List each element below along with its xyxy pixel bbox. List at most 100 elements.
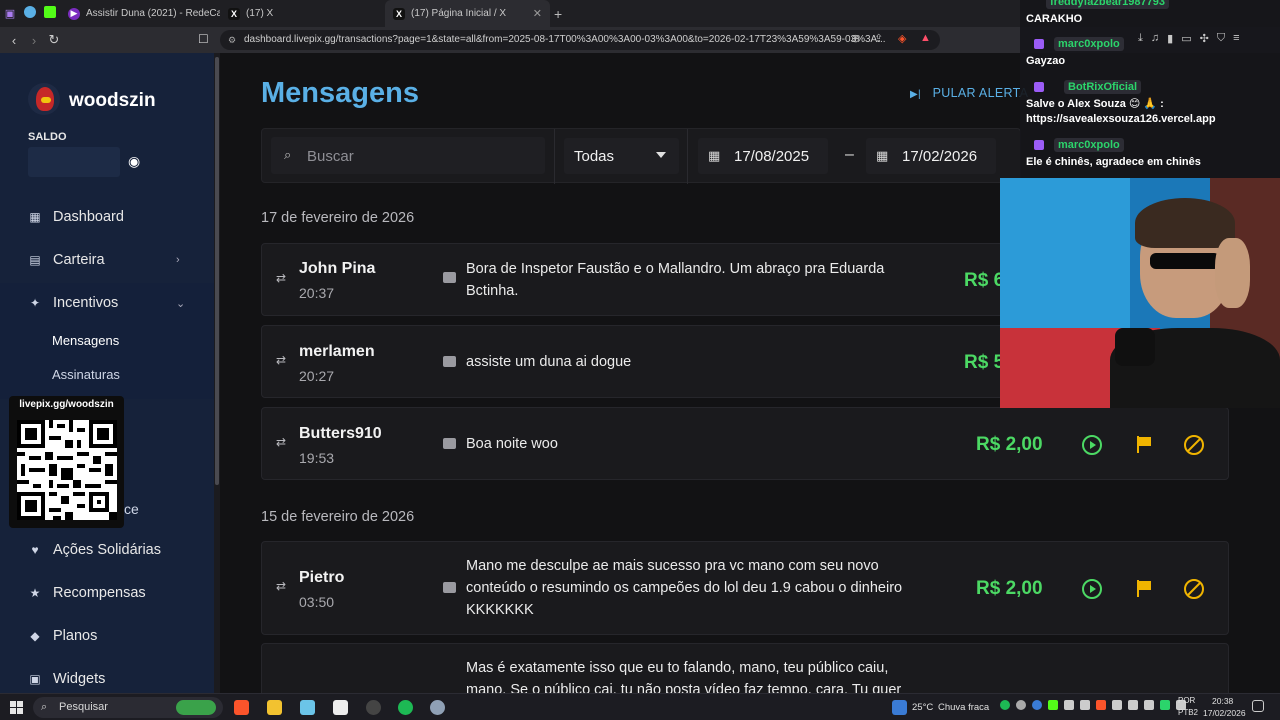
- avatar: [28, 83, 60, 115]
- skip-alert-label: PULAR ALERTA: [932, 86, 1029, 100]
- brave-shield-icon[interactable]: ◈: [898, 32, 906, 45]
- tray-app-icon[interactable]: [1144, 700, 1154, 710]
- windows-taskbar: ⌕ Pesquisar 25°C Chuva fraca POR PTB2 20…: [0, 693, 1280, 720]
- search-input[interactable]: [307, 145, 527, 167]
- report-flag-button[interactable]: [1136, 580, 1152, 598]
- sidebar-subitem-assinaturas[interactable]: Assinaturas: [52, 367, 120, 382]
- chat-username: marc0xpolo: [1054, 138, 1124, 152]
- report-flag-button[interactable]: [1136, 436, 1152, 454]
- brave-browser-icon[interactable]: [234, 700, 249, 715]
- message-row[interactable]: ⇄ Pietro 03:50 Mano me desculpe ae mais …: [261, 541, 1229, 635]
- plan-icon: ◆: [30, 629, 40, 643]
- reload-icon[interactable]: ↻: [44, 32, 64, 48]
- tray-app-icon[interactable]: [1112, 700, 1122, 710]
- sidebar-item-recompensas[interactable]: ★ Recompensas: [28, 585, 146, 601]
- url-field[interactable]: ⚙ dashboard.livepix.gg/transactions?page…: [220, 30, 940, 50]
- date-to-field[interactable]: ▦ 17/02/2026: [866, 138, 996, 174]
- sidebar-item-carteira[interactable]: ▤ Carteira ›: [28, 252, 179, 268]
- flag-cloth: [1139, 437, 1151, 446]
- sidebar-subitem-mensagens[interactable]: Mensagens: [52, 333, 119, 348]
- tab-title: Assistir Duna (2021) - RedeCanais: [86, 8, 220, 19]
- skip-alert-button[interactable]: ▶| PULAR ALERTA: [910, 86, 1028, 100]
- clock-time[interactable]: 20:38: [1212, 696, 1233, 706]
- tray-app-icon[interactable]: [1128, 700, 1138, 710]
- sidebar-item-partial[interactable]: ce: [124, 501, 139, 517]
- chat-message: Gayzao: [1026, 55, 1066, 67]
- tray-app-icon[interactable]: [1080, 700, 1090, 710]
- message-time: 20:37: [299, 285, 335, 301]
- sidebar-item-incentivos[interactable]: ✦ Incentivos ⌄: [28, 295, 185, 311]
- chat-message: Ele é chinês, agradece em chinês: [1026, 156, 1201, 168]
- app-icon[interactable]: [430, 700, 445, 715]
- sidebar-item-acoes-solidarias[interactable]: ♥ Ações Solidárias: [28, 542, 161, 558]
- donation-amount: R$ 5: [964, 352, 1005, 373]
- keyboard-layout[interactable]: PTB2: [1178, 708, 1198, 717]
- sidebar-item-dashboard[interactable]: ▦ Dashboard: [28, 209, 124, 225]
- obs-icon[interactable]: [366, 700, 381, 715]
- windows-start-icon[interactable]: [10, 701, 23, 714]
- tray-app-icon[interactable]: [1032, 700, 1042, 710]
- tab-x-1[interactable]: X (17) X: [220, 0, 385, 27]
- sidebar-item-widgets[interactable]: ▣ Widgets: [28, 671, 105, 687]
- share-icon[interactable]: ⇪: [874, 32, 883, 45]
- clock-date[interactable]: 17/02/2026: [1203, 708, 1246, 718]
- tray-app-icon[interactable]: [1096, 700, 1106, 710]
- tray-app-icon[interactable]: [1064, 700, 1074, 710]
- browser-menu-icon[interactable]: ▣: [0, 7, 20, 20]
- message-icon: [443, 582, 456, 593]
- bookmark-icon[interactable]: ☐: [198, 32, 209, 46]
- notepad-icon[interactable]: [300, 700, 315, 715]
- tab-redecanais[interactable]: ▶ Assistir Duna (2021) - RedeCanais: [60, 0, 220, 27]
- menu-icon[interactable]: ≡: [1233, 32, 1239, 48]
- sidebar-icon[interactable]: ▮: [1167, 32, 1173, 48]
- block-button[interactable]: [1184, 579, 1204, 599]
- tray-app-icon[interactable]: [1016, 700, 1026, 710]
- scrollbar-thumb[interactable]: [215, 57, 219, 485]
- reward-icon: ★: [29, 586, 41, 600]
- replay-button[interactable]: [1082, 435, 1102, 455]
- back-icon[interactable]: ‹: [4, 33, 24, 48]
- eye-icon[interactable]: ◉: [128, 153, 140, 170]
- browser-profile-icon[interactable]: [20, 5, 40, 23]
- balance-hidden-value: [28, 147, 120, 177]
- block-button[interactable]: [1184, 435, 1204, 455]
- site-info-icon[interactable]: ⚙: [228, 30, 236, 50]
- new-tab-button[interactable]: +: [554, 6, 562, 22]
- music-icon[interactable]: ♫: [1151, 32, 1159, 48]
- sender-name: merlamen: [299, 343, 375, 360]
- webcam-hair: [1135, 198, 1235, 248]
- file-explorer-icon[interactable]: [267, 700, 282, 715]
- zoom-icon[interactable]: ⊕: [851, 32, 860, 45]
- date-range-separator: –: [845, 146, 854, 163]
- tray-app-icon[interactable]: [1000, 700, 1010, 710]
- extension-icon[interactable]: ✣: [1200, 32, 1209, 48]
- widget-icon: ▣: [29, 672, 41, 686]
- shield-icon[interactable]: ⛉: [1217, 32, 1225, 48]
- x-logo-icon: X: [228, 7, 240, 20]
- status-select[interactable]: Todas: [564, 138, 679, 174]
- close-icon[interactable]: ✕: [527, 7, 542, 20]
- spotify-icon[interactable]: [398, 700, 413, 715]
- search-box[interactable]: ⌕: [271, 137, 545, 174]
- download-icon[interactable]: ⤓: [1138, 32, 1143, 48]
- tray-app-icon[interactable]: [1048, 700, 1058, 710]
- capcut-icon[interactable]: [333, 700, 348, 715]
- forward-icon[interactable]: ›: [24, 33, 44, 48]
- search-icon: ⌕: [41, 701, 48, 713]
- brave-rewards-icon[interactable]: ▲: [920, 32, 931, 44]
- replay-button[interactable]: [1082, 579, 1102, 599]
- swap-icon: ⇄: [276, 435, 287, 449]
- tray-app-icon[interactable]: [1160, 700, 1170, 710]
- sidebar-item-label: Recompensas: [53, 585, 146, 601]
- wallet-icon[interactable]: ▭: [1181, 32, 1191, 48]
- pinned-tab-kick[interactable]: [40, 5, 60, 23]
- message-row[interactable]: ⇄ Butters910 19:53 Boa noite woo R$ 2,00: [261, 407, 1229, 480]
- message-text: Bora de Inspetor Faustão e o Mallandro. …: [466, 261, 885, 299]
- notification-icon[interactable]: [1252, 700, 1264, 712]
- chevron-right-icon: ›: [176, 254, 180, 266]
- keyboard-language[interactable]: POR: [1178, 696, 1195, 705]
- sidebar-item-planos[interactable]: ◆ Planos: [28, 628, 97, 644]
- date-from-field[interactable]: ▦ 17/08/2025: [698, 138, 828, 174]
- microphone-icon: [1115, 328, 1155, 366]
- tab-x-2[interactable]: X (17) Página Inicial / X ✕: [385, 0, 550, 27]
